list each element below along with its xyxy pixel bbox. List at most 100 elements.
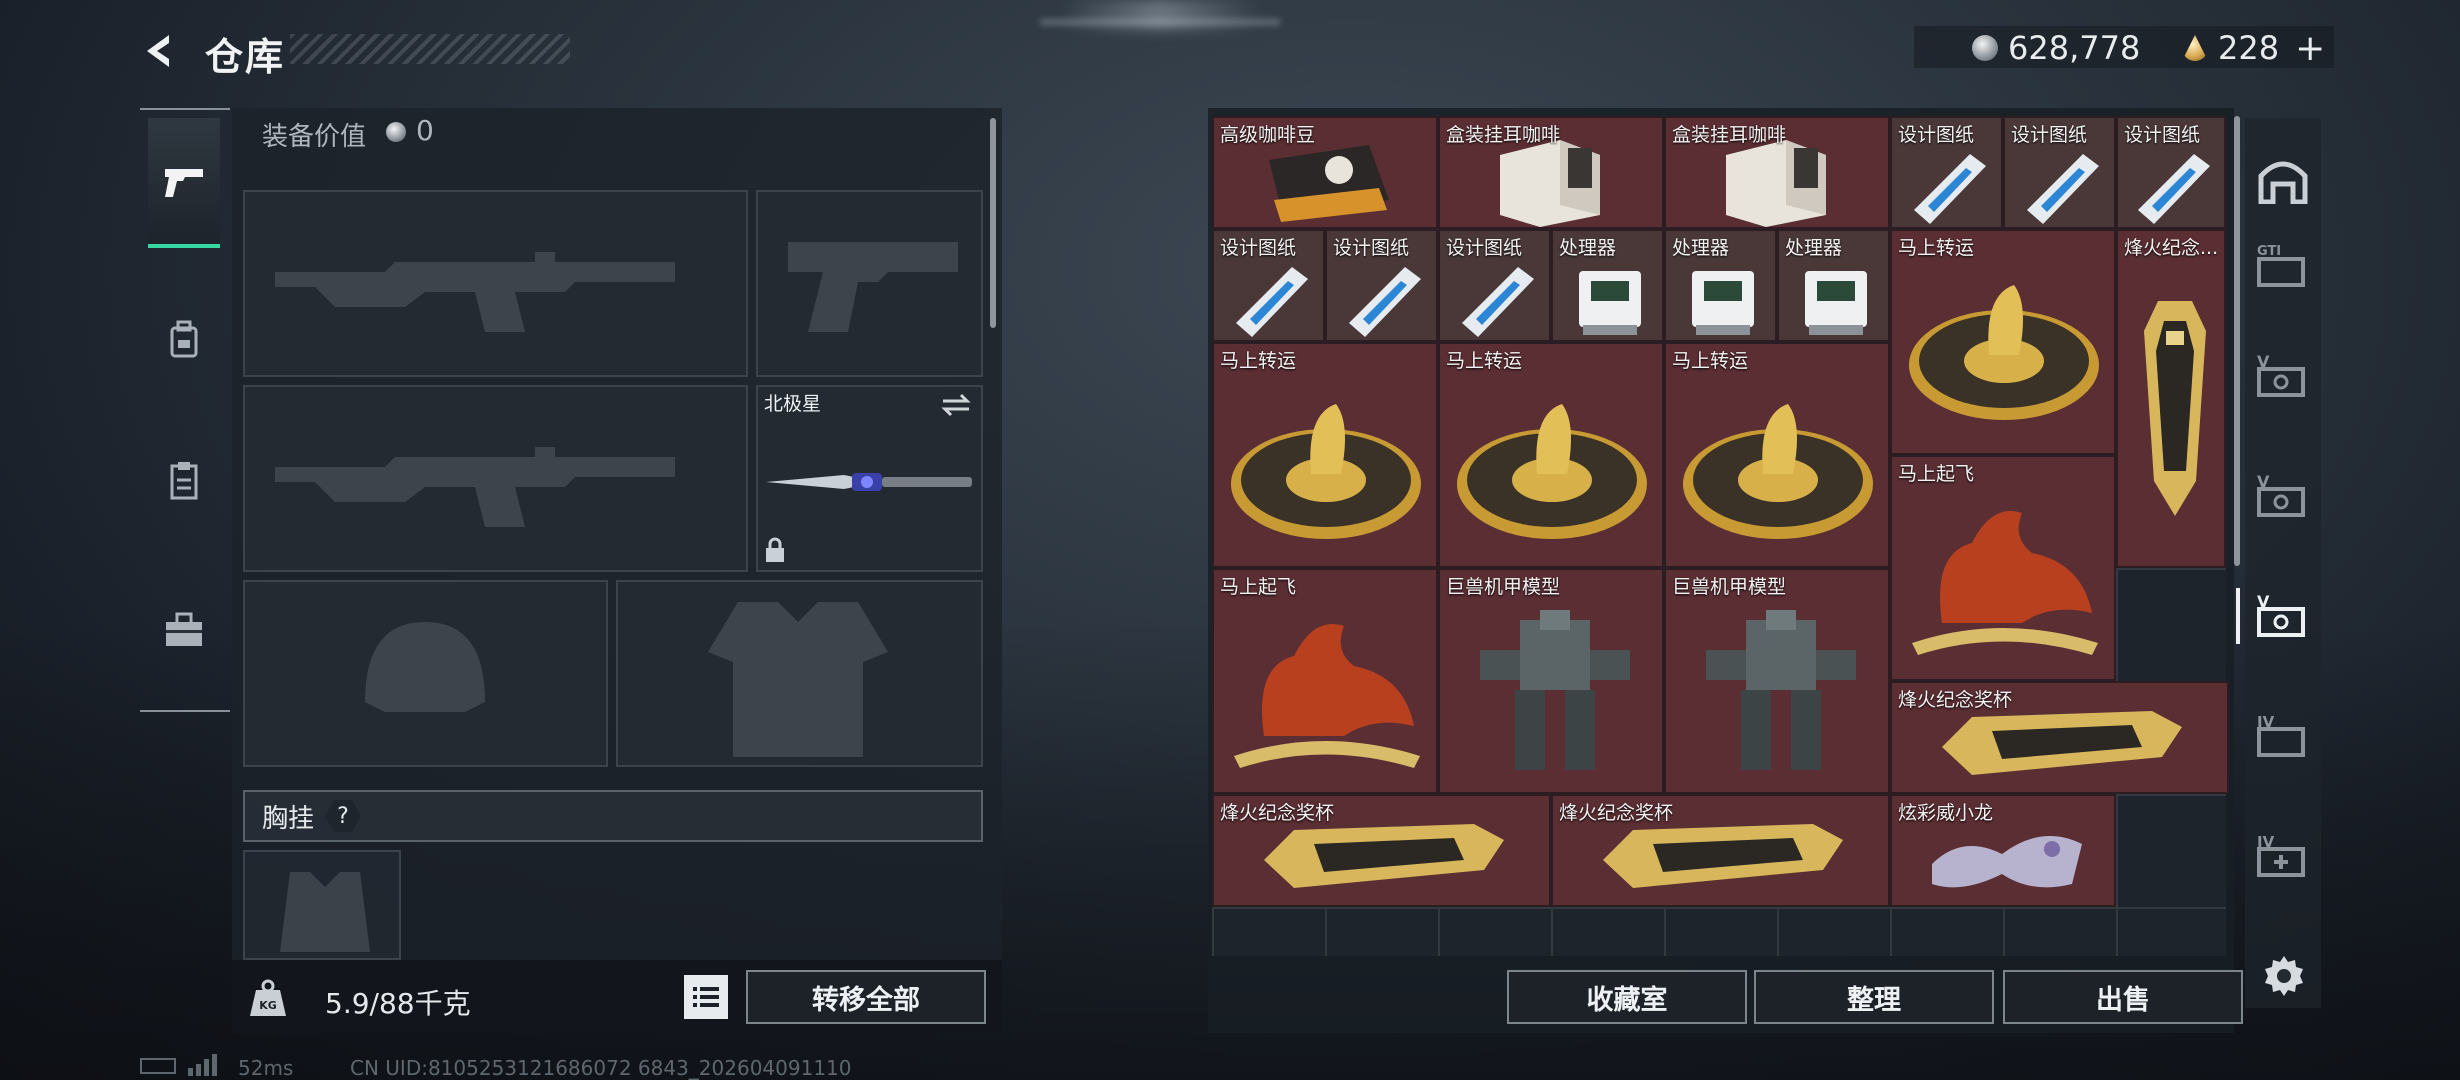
uid-text: CN UID:8105253121686072 6843_20260409111… (350, 1056, 852, 1080)
vest-silhouette-icon (280, 872, 370, 952)
storage-item-coffee-box[interactable]: 盒装挂耳咖啡 (1438, 116, 1664, 229)
tab-container-v2[interactable]: V (2253, 455, 2313, 535)
signal-icon (188, 1054, 217, 1076)
item-label: 处理器 (1559, 237, 1617, 259)
storage-item-blueprint[interactable]: 设计图纸 (2003, 116, 2116, 229)
storage-item-blueprint[interactable]: 设计图纸 (1212, 229, 1325, 342)
blueprint-icon (1462, 267, 1534, 337)
storage-item-horse-disc[interactable]: 马上转运 (1664, 342, 1890, 568)
equipment-value-label: 装备价值 (262, 122, 367, 152)
storage-item-coffee-box[interactable]: 盒装挂耳咖啡 (1664, 116, 1890, 229)
storage-item-red-horse[interactable]: 马上起飞 (1890, 455, 2116, 681)
clipboard-icon (170, 462, 198, 500)
helmet-slot[interactable] (243, 580, 608, 767)
weight-value: 5.9/88千克 (325, 987, 471, 1020)
tab-container-iv[interactable]: IV (2253, 695, 2313, 775)
storage-item-mech[interactable]: 巨兽机甲模型 (1438, 568, 1664, 794)
storage-item-dragon[interactable]: 炫彩威小龙 (1890, 794, 2116, 907)
gold-coin-icon (2182, 35, 2208, 61)
blueprint-icon (1349, 267, 1421, 337)
storage-item-processor[interactable]: 处理器 (1664, 229, 1777, 342)
toolbox-icon (166, 612, 202, 646)
item-label: 炫彩威小龙 (1898, 802, 1994, 824)
item-label: 烽火纪念奖杯 (1898, 689, 2013, 711)
warehouse-icon (2258, 161, 2308, 204)
add-container-icon: IV (2257, 833, 2305, 877)
tab-armor[interactable] (148, 275, 220, 405)
storage-item-trophy[interactable]: 烽火纪念... (2116, 229, 2226, 568)
list-view-button[interactable] (684, 975, 728, 1019)
rifle-silhouette-icon (275, 447, 675, 527)
storage-item-trophy[interactable]: 烽火纪念奖杯 (1212, 794, 1551, 907)
collection-room-button[interactable]: 收藏室 (1507, 970, 1747, 1024)
tab-container-v3[interactable]: V (2253, 575, 2313, 655)
storage-item-processor[interactable]: 处理器 (1777, 229, 1890, 342)
storage-item-trophy[interactable]: 烽火纪念奖杯 (1551, 794, 1890, 907)
tab-weapons[interactable] (148, 118, 220, 248)
sidearm-slot[interactable] (756, 190, 983, 377)
item-label: 盒装挂耳咖啡 (1446, 124, 1561, 146)
storage-item-blueprint[interactable]: 设计图纸 (1438, 229, 1551, 342)
storage-item-blueprint[interactable]: 设计图纸 (2116, 116, 2226, 229)
storage-item-horse-disc[interactable]: 马上转运 (1212, 342, 1438, 568)
primary-weapon-slot[interactable] (243, 190, 748, 377)
melee-slot[interactable]: 北极星 (756, 385, 983, 572)
gold-amount: 228 (2218, 29, 2280, 67)
battery-icon (140, 1058, 176, 1074)
item-label: 马上转运 (1446, 350, 1523, 372)
pistol-icon (165, 169, 203, 197)
storage-item-processor[interactable]: 处理器 (1551, 229, 1664, 342)
title-stripe (290, 34, 570, 64)
melee-name: 北极星 (764, 393, 822, 415)
tab-tools[interactable] (148, 565, 220, 695)
storage-item-horse-disc[interactable]: 马上转运 (1890, 229, 2116, 455)
silver-currency: 628,778 (1972, 28, 2140, 68)
storage-item-mech[interactable]: 巨兽机甲模型 (1664, 568, 1890, 794)
armor-silhouette-icon (708, 602, 888, 757)
storage-item-trophy[interactable]: 烽火纪念奖杯 (1890, 681, 2229, 794)
dragon-figurine-icon (1932, 836, 2082, 888)
item-label: 马上转运 (1898, 237, 1975, 259)
svg-text:KG: KG (259, 999, 277, 1012)
storage-item-blueprint[interactable]: 设计图纸 (1890, 116, 2003, 229)
trophy-icon (2144, 301, 2206, 516)
tab-container-v1[interactable]: V (2253, 335, 2313, 415)
back-button[interactable] (136, 28, 182, 74)
svg-text:GTI: GTI (2257, 244, 2281, 259)
processor-icon (1579, 271, 1641, 335)
storage-item-red-horse[interactable]: 马上起飞 (1212, 568, 1438, 794)
red-horse-statue-icon (1234, 624, 1420, 768)
container-v-icon: V (2257, 352, 2305, 397)
mech-model-icon (1480, 610, 1630, 770)
transfer-all-button[interactable]: 转移全部 (746, 970, 986, 1024)
gear-icon (2265, 956, 2303, 996)
tab-container-gti[interactable]: GTI (2253, 225, 2313, 305)
item-label: 设计图纸 (1220, 237, 1297, 259)
loadout-scrollbar[interactable] (990, 118, 996, 328)
equipment-value: 0 (416, 114, 434, 147)
add-currency-button[interactable]: + (2295, 28, 2325, 69)
horse-fortune-disc-icon (1231, 404, 1421, 539)
sell-button[interactable]: 出售 (2003, 970, 2243, 1024)
item-label: 设计图纸 (2124, 124, 2201, 146)
armor-slot[interactable] (616, 580, 983, 767)
rail-divider (140, 108, 230, 110)
item-label: 高级咖啡豆 (1220, 124, 1316, 146)
sort-button[interactable]: 整理 (1754, 970, 1994, 1024)
item-label: 马上起飞 (1220, 576, 1297, 598)
secondary-weapon-slot[interactable] (243, 385, 748, 572)
tab-consumables[interactable] (148, 415, 220, 545)
storage-scrollbar[interactable] (2234, 116, 2240, 566)
active-tab-indicator (2236, 588, 2240, 644)
tab-add-container[interactable]: IV (2253, 815, 2313, 895)
storage-item-horse-disc[interactable]: 马上转运 (1438, 342, 1664, 568)
chest-rig-slot[interactable] (243, 850, 401, 960)
back-arrow-icon (147, 35, 169, 67)
settings-button[interactable] (2256, 948, 2312, 1004)
storage-item-blueprint[interactable]: 设计图纸 (1325, 229, 1438, 342)
tab-storage-home[interactable] (2253, 140, 2313, 220)
storage-item-coffee-beans[interactable]: 高级咖啡豆 (1212, 116, 1438, 229)
item-label: 设计图纸 (1446, 237, 1523, 259)
lock-icon (766, 537, 784, 562)
item-label: 马上转运 (1220, 350, 1297, 372)
